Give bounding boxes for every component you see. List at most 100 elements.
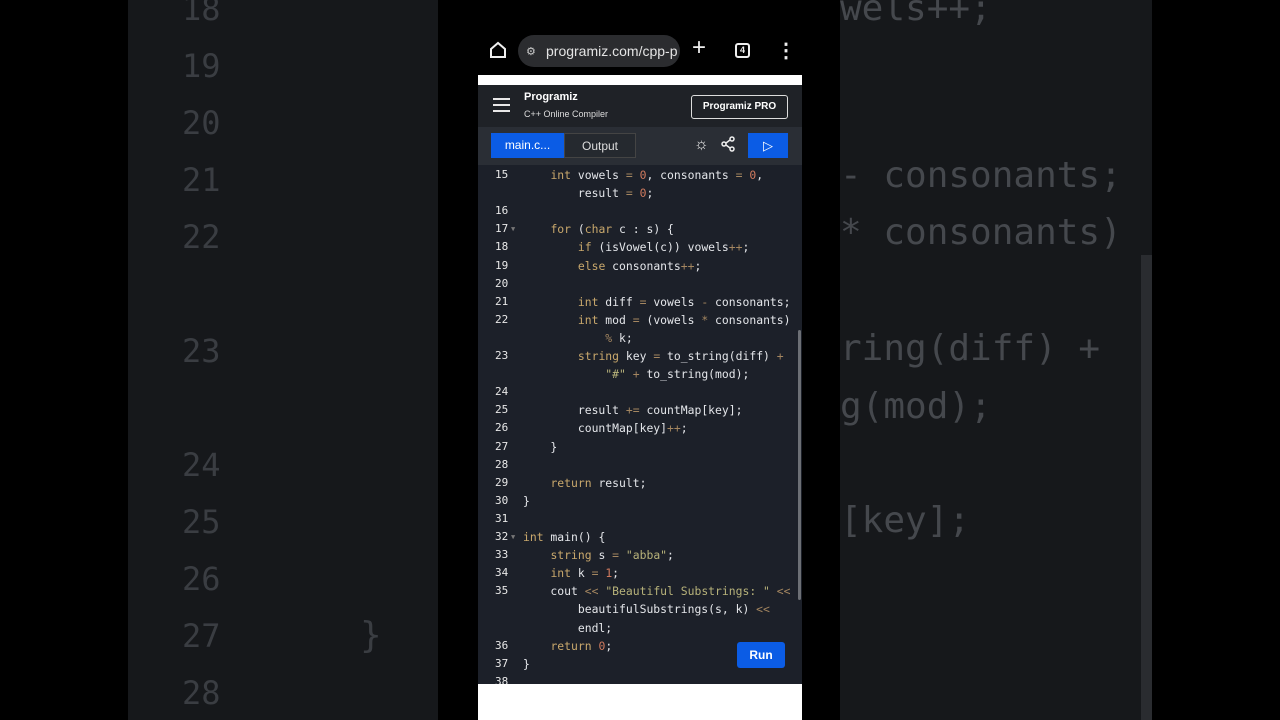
code-line[interactable]: 16 [478, 202, 802, 220]
line-number: 35 [495, 584, 509, 598]
line-number: 22 [495, 312, 509, 326]
site-settings-icon[interactable]: ⚙ [526, 45, 540, 58]
code-line[interactable]: 30} [478, 492, 802, 510]
share-icon[interactable] [720, 136, 736, 152]
tab-count-button[interactable]: 4 [735, 43, 750, 58]
page-strip [478, 75, 802, 85]
editor-toolbar: main.c... Output ☼ ▷ [478, 127, 802, 165]
background-brace: } [360, 615, 382, 656]
code-text: else consonants++; [577, 258, 702, 273]
code-line[interactable]: endl; [478, 619, 802, 637]
run-button[interactable]: Run [737, 642, 785, 668]
code-text: return result; [550, 475, 647, 490]
code-line[interactable]: 25 result += countMap[key]; [478, 401, 802, 419]
line-number: 18 [495, 240, 509, 254]
code-line[interactable]: 23 string key = to_string(diff) + [478, 347, 802, 365]
new-tab-button[interactable]: + [692, 34, 706, 62]
code-text: "#" + to_string(mod); [605, 367, 750, 382]
line-number: 24 [495, 385, 509, 399]
code-text: result = 0; [523, 186, 654, 201]
code-line[interactable]: 17 ▼ for (char c : s) { [478, 220, 802, 238]
line-number: 20 [495, 276, 509, 290]
code-text: int main() { [523, 530, 606, 544]
code-line[interactable]: 18 if (isVowel(c)) vowels++; [478, 238, 802, 256]
programiz-logo[interactable]: Programiz [524, 91, 578, 103]
code-line[interactable]: 15 int vowels = 0, consonants = 0, [478, 166, 802, 184]
code-line[interactable]: result = 0; [478, 184, 802, 202]
browser-menu-button[interactable]: ⋮ [776, 38, 796, 63]
hamburger-menu-icon[interactable] [493, 98, 510, 116]
code-line[interactable]: 31 [478, 510, 802, 528]
line-number: 34 [495, 566, 509, 580]
background-line-number: 23 [182, 332, 221, 370]
code-text: result += countMap[key]; [523, 403, 743, 418]
code-text: int vowels = 0, consonants = 0, [550, 168, 764, 182]
code-line[interactable]: 20 [478, 275, 802, 293]
fold-arrow-icon[interactable]: ▼ [511, 528, 515, 546]
background-code-line: wels++; [840, 0, 992, 29]
code-text: beautifulSubstrings(s, k) << [523, 602, 770, 617]
background-line-number: 28 [182, 674, 221, 712]
line-number: 32 [495, 530, 509, 543]
line-number: 38 [495, 674, 509, 684]
url-text: programiz.com/cpp-p [546, 43, 678, 59]
background-line-number: 19 [182, 47, 221, 85]
home-icon[interactable] [488, 40, 508, 60]
code-text: if (isVowel(c)) vowels++; [577, 240, 750, 255]
line-number: 33 [495, 548, 509, 562]
background-code-line: [key]; [840, 500, 971, 541]
background-right-panel: wels++; - consonants; * consonants) ring(di… [840, 0, 1152, 720]
code-line[interactable]: 35 cout << "Beautiful Substrings: " << [478, 582, 802, 600]
background-code-line: - consonants; [840, 155, 1122, 196]
line-number: 19 [495, 258, 509, 272]
code-text: } [523, 493, 530, 508]
code-line[interactable]: 38 [478, 673, 802, 684]
code-line[interactable]: 27 } [478, 438, 802, 456]
code-line[interactable]: "#" + to_string(mod); [478, 365, 802, 383]
tab-main-file[interactable]: main.c... [491, 133, 564, 158]
background-scrollbar [1141, 255, 1152, 720]
code-line[interactable]: 22 int mod = (vowels * consonants) [478, 311, 802, 329]
code-text: countMap[key]++; [523, 421, 688, 436]
site-header: Programiz C++ Online Compiler Programiz … [478, 85, 802, 127]
line-number: 15 [495, 168, 509, 181]
fold-arrow-icon[interactable]: ▼ [511, 220, 515, 238]
line-number: 17 [495, 222, 509, 236]
code-line[interactable]: 33 string s = "abba"; [478, 546, 802, 564]
code-text: int diff = vowels - consonants; [577, 294, 791, 309]
tab-output[interactable]: Output [564, 133, 636, 158]
code-text: string s = "abba"; [550, 548, 674, 563]
code-text: int mod = (vowels * consonants) [577, 312, 791, 327]
code-line[interactable]: 26 countMap[key]++; [478, 419, 802, 437]
background-line-number: 24 [182, 446, 221, 484]
line-number: 31 [495, 511, 509, 525]
code-line[interactable]: beautifulSubstrings(s, k) << [478, 600, 802, 618]
code-line[interactable]: 24 [478, 383, 802, 401]
address-bar[interactable]: ⚙ programiz.com/cpp-p [518, 35, 680, 67]
code-line[interactable]: 19 else consonants++; [478, 257, 802, 275]
background-left-panel: 18 19 20 21 22 23 24 25 26 27 28} [128, 0, 438, 720]
line-number: 36 [495, 638, 509, 652]
code-line[interactable]: 29 return result; [478, 474, 802, 492]
code-line[interactable]: 28 [478, 456, 802, 474]
code-line[interactable]: 34 int k = 1; [478, 564, 802, 582]
background-line-number: 27 [182, 617, 221, 655]
run-icon-button[interactable]: ▷ [748, 133, 788, 158]
line-number: 27 [495, 439, 509, 453]
line-number: 30 [495, 493, 509, 507]
code-line[interactable]: 21 int diff = vowels - consonants; [478, 293, 802, 311]
programiz-pro-button[interactable]: Programiz PRO [691, 95, 788, 119]
code-text: cout << "Beautiful Substrings: " << [523, 584, 791, 599]
line-number: 29 [495, 475, 509, 489]
code-text: return 0; [550, 638, 613, 653]
phone-screen: ⚙ programiz.com/cpp-p + 4 ⋮ Programiz C++… [478, 0, 802, 720]
editor-scrollbar[interactable] [798, 330, 801, 600]
line-number: 37 [495, 656, 509, 670]
code-line[interactable]: % k; [478, 329, 802, 347]
theme-toggle-sun-icon[interactable]: ☼ [694, 136, 709, 154]
code-text: string key = to_string(diff) + [577, 349, 784, 363]
code-editor[interactable]: 15 int vowels = 0, consonants = 0, resul… [478, 165, 802, 684]
code-line[interactable]: 32 ▼ int main() { [478, 528, 802, 546]
code-text: int k = 1; [550, 566, 620, 581]
background-code-line: ring(diff) + [840, 328, 1101, 369]
